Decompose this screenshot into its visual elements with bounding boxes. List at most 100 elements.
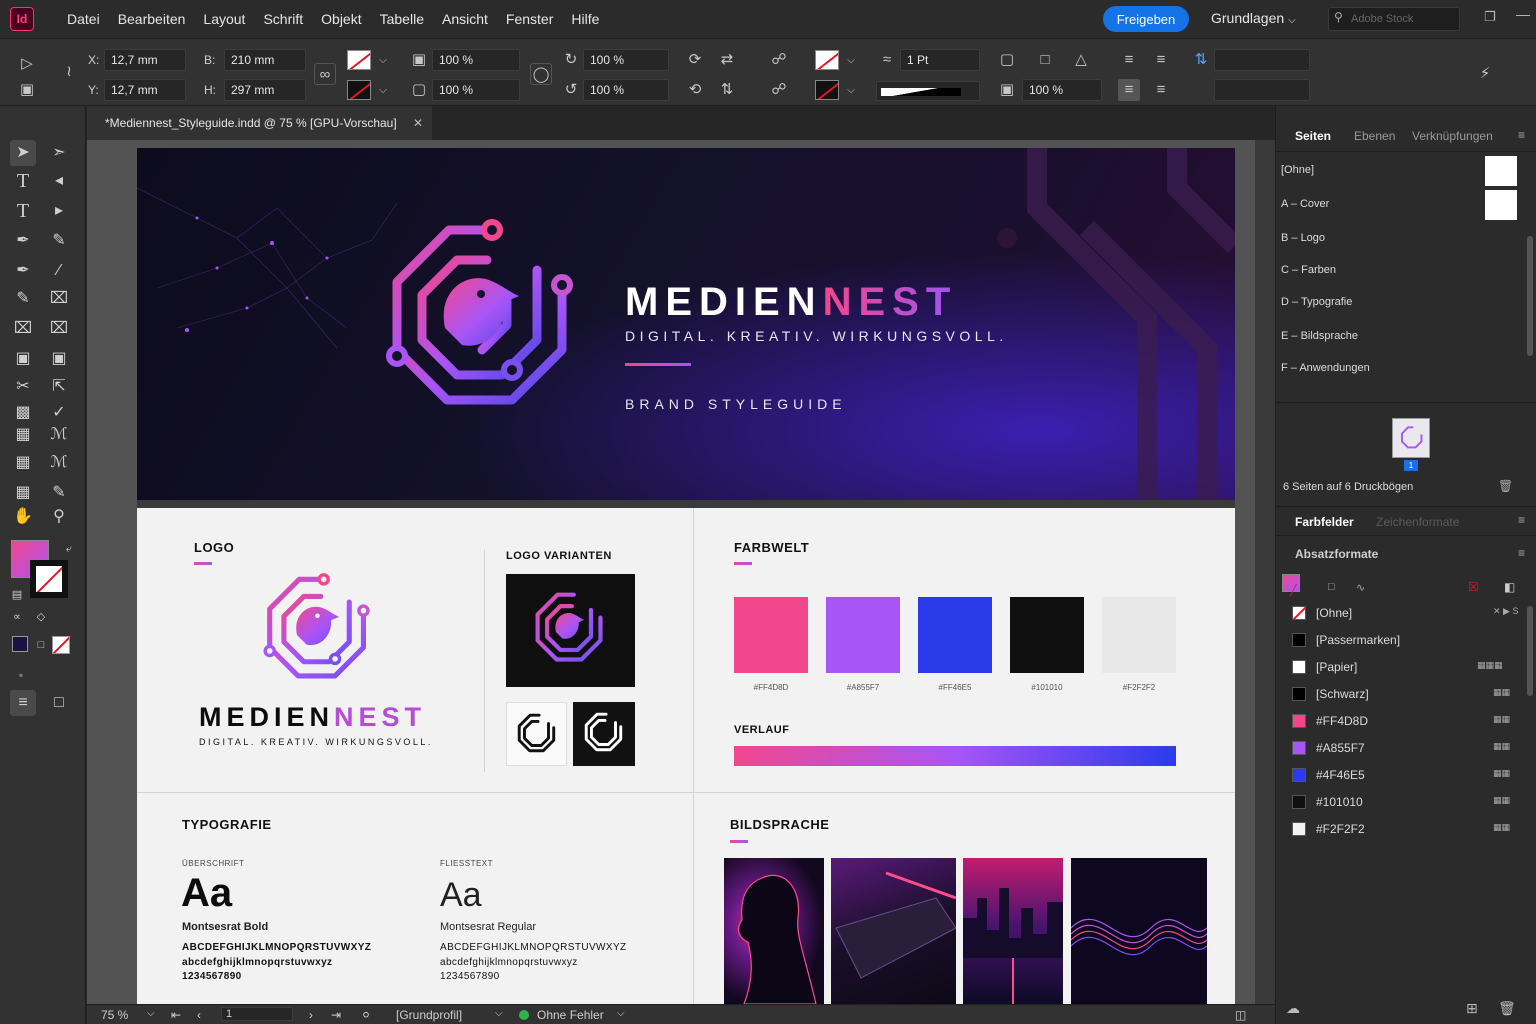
page-thumbnail-1[interactable] [1392, 418, 1430, 458]
shear-input[interactable]: 100 % [583, 79, 669, 101]
master-page-c[interactable]: C – Farben [1281, 254, 1521, 286]
cc-libraries-icon[interactable]: ☁ [1286, 1000, 1300, 1017]
scale-x-input[interactable]: 100 % [432, 49, 520, 71]
preflight-profile[interactable]: [Grundprofil] [396, 1008, 462, 1022]
chevron-down-icon[interactable]: ⌵ [840, 80, 862, 102]
swatch-item[interactable]: #101010 ▦▦ [1281, 789, 1526, 816]
split-view-icon[interactable]: ◫ [1235, 1008, 1246, 1022]
first-page-icon[interactable]: ⇤ [171, 1008, 181, 1022]
tab-farbfelder[interactable]: Farbfelder [1295, 515, 1354, 529]
document-spread[interactable]: MEDIENNEST DIGITAL. KREATIV. WIRKUNGSVOL… [137, 148, 1235, 1004]
fill-swatch-none[interactable] [347, 50, 371, 70]
direct-selection-tool-icon[interactable]: ➣ [46, 140, 72, 166]
next-page-icon[interactable]: › [309, 1008, 313, 1022]
line-tool-icon[interactable]: ∕ [46, 258, 72, 284]
tab-seiten[interactable]: Seiten [1295, 129, 1331, 143]
document-canvas[interactable]: MEDIENNEST DIGITAL. KREATIV. WIRKUNGSVOL… [87, 140, 1275, 1004]
eraser-tool-icon[interactable]: ✎ [10, 286, 36, 312]
master-page-e[interactable]: E – Bildsprache [1281, 320, 1521, 352]
swatch-item[interactable]: #F2F2F2 ▦▦ [1281, 816, 1526, 843]
share-button[interactable]: Freigeben [1103, 6, 1189, 32]
add-anchor-tool-icon[interactable]: ✒ [10, 258, 36, 284]
window-minimize-icon[interactable]: — [1516, 6, 1530, 22]
canvas-scrollbar-vertical[interactable] [1255, 140, 1275, 1004]
panel-menu-icon[interactable]: ≡ [1518, 546, 1525, 560]
object-style-dropdown[interactable] [1214, 49, 1310, 71]
measure-tool-icon[interactable]: ℳ [46, 450, 72, 476]
new-swatch-icon[interactable]: ⊞ [1466, 1000, 1478, 1017]
image-tool-icon[interactable] [10, 454, 36, 480]
panel-menu-icon[interactable]: ≡ [1518, 128, 1525, 142]
selection-tool-icon[interactable]: ➤ [10, 140, 36, 166]
note-tool-icon[interactable]: ▦ [10, 422, 36, 448]
paragraph-style-dropdown[interactable] [1214, 79, 1310, 101]
menu-fenster[interactable]: Fenster [497, 11, 562, 27]
gap-tool-icon[interactable]: ◂ [46, 168, 72, 194]
align-left-icon[interactable]: ≡ [1118, 49, 1140, 71]
rotate-90-ccw-icon[interactable]: ⟲ [684, 79, 706, 101]
previous-page-icon[interactable]: ‹ [197, 1008, 201, 1022]
workspace-switcher[interactable]: Grundlagen ⌵ [1211, 10, 1296, 26]
master-page-f[interactable]: F – Anwendungen [1281, 352, 1521, 384]
apply-gradient-icon[interactable]: □ [28, 632, 54, 658]
menu-layout[interactable]: Layout [194, 11, 254, 27]
chevron-down-icon[interactable]: ⌵ [617, 1008, 625, 1019]
select-container-icon[interactable]: ☍ [768, 49, 790, 71]
tab-ebenen[interactable]: Ebenen [1354, 129, 1395, 143]
rotation-input[interactable]: 100 % [583, 49, 669, 71]
view-mode-icon[interactable]: ▪ [8, 662, 34, 688]
selection-container-icon[interactable]: ▷ [16, 53, 38, 75]
swatch-item[interactable]: [Ohne] ✕ ▶ S [1281, 600, 1526, 627]
stroke-weight-input[interactable]: 1 Pt [900, 49, 980, 71]
hand-tool-icon[interactable]: ✋ [10, 504, 36, 530]
select-content-icon[interactable]: ☍ [768, 79, 790, 101]
master-page-a[interactable]: A – Cover [1281, 188, 1521, 220]
tab-zeichenformate[interactable]: Zeichenformate [1376, 515, 1459, 529]
document-tab[interactable]: *Mediennest_Styleguide.indd @ 75 % [GPU-… [87, 106, 432, 140]
chevron-down-icon[interactable]: ⌵ [495, 1008, 503, 1019]
window-restore-icon[interactable]: ❐ [1484, 9, 1496, 25]
swap-colors-icon[interactable]: ⤶ [56, 536, 82, 562]
pages-scrollbar[interactable] [1527, 236, 1533, 356]
opacity-input[interactable]: 100 % [1022, 79, 1102, 101]
rectangle-frame-tool-icon[interactable]: ⌧ [46, 286, 72, 312]
menu-tabelle[interactable]: Tabelle [371, 11, 433, 27]
formatting-container-icon[interactable]: □ [1328, 581, 1335, 593]
chevron-down-icon[interactable]: ⌵ [840, 50, 862, 72]
rectangle-tool-icon[interactable]: ▣ [10, 346, 36, 372]
formatting-text-icon[interactable]: ∿ [1356, 581, 1365, 594]
corner-options-icon[interactable]: □ [1034, 49, 1056, 71]
rotate-90-cw-icon[interactable]: ⟳ [684, 49, 706, 71]
eyedropper-icon[interactable]: ✎ [46, 480, 72, 506]
swatch-item[interactable]: #4F46E5 ▦▦ [1281, 762, 1526, 789]
adobe-stock-search-input[interactable]: Adobe Stock [1328, 7, 1460, 31]
formatting-container-icon[interactable]: ∝ [4, 604, 30, 630]
apply-none-box[interactable] [52, 636, 70, 654]
distribute-icon[interactable]: ≡ [1118, 79, 1140, 101]
swatch-item[interactable]: #A855F7 ▦▦ [1281, 735, 1526, 762]
swatches-scrollbar[interactable] [1527, 606, 1533, 696]
swatch-item[interactable]: [Schwarz] ▦▦ [1281, 681, 1526, 708]
align-right-icon[interactable]: ≡ [1150, 79, 1172, 101]
tab-verknuepfungen[interactable]: Verknüpfungen [1412, 129, 1493, 143]
flip-vertical-icon[interactable]: ⇅ [716, 79, 738, 101]
collaboration-icon[interactable]: ⚪ [361, 1008, 371, 1022]
master-page-d[interactable]: D – Typografie [1281, 286, 1521, 318]
chevron-down-icon[interactable]: ⌵ [147, 1008, 155, 1019]
page-number-field[interactable]: 1 [221, 1007, 293, 1021]
close-icon[interactable]: ✕ [413, 106, 423, 140]
menu-ansicht[interactable]: Ansicht [433, 11, 497, 27]
menu-hilfe[interactable]: Hilfe [562, 11, 608, 27]
stroke-type-dropdown[interactable] [876, 81, 980, 101]
last-page-icon[interactable]: ⇥ [331, 1008, 341, 1022]
text-wrap-icon[interactable]: ▢ [996, 49, 1018, 71]
screen-mode-preview-icon[interactable]: □ [46, 690, 72, 716]
pen-tool-icon[interactable]: ✒ [10, 228, 36, 254]
stroke-swatch-none[interactable] [347, 80, 371, 100]
screen-mode-normal-icon[interactable]: ≡ [10, 690, 36, 716]
master-page-ohne[interactable]: [Ohne] [1281, 154, 1521, 186]
menu-objekt[interactable]: Objekt [312, 11, 370, 27]
scale-y-input[interactable]: 100 % [432, 79, 520, 101]
delete-page-icon[interactable]: 🗑 [1498, 479, 1513, 493]
stroke-color-box[interactable] [30, 560, 68, 598]
